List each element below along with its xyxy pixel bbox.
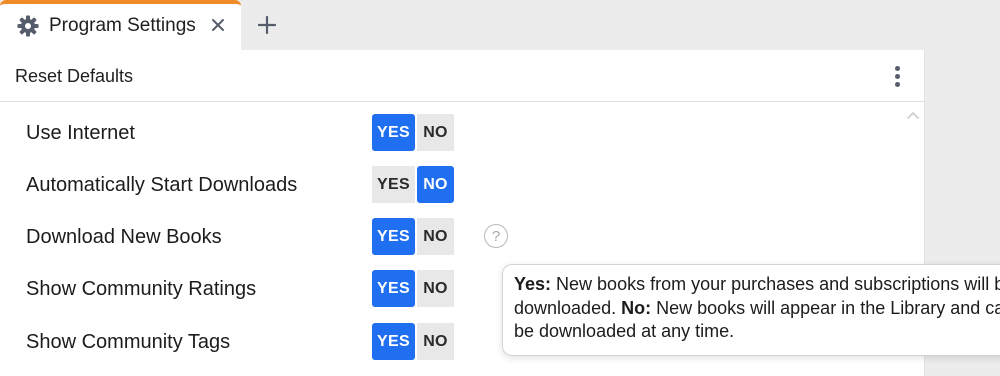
toggle-no-button[interactable]: NO bbox=[417, 166, 454, 203]
toggle-no-button[interactable]: NO bbox=[417, 218, 454, 255]
yes-no-toggle[interactable]: YES NO bbox=[372, 270, 454, 307]
toggle-no-button[interactable]: NO bbox=[417, 323, 454, 360]
toggle-yes-button[interactable]: YES bbox=[372, 270, 415, 307]
reset-defaults-button[interactable]: Reset Defaults bbox=[15, 66, 133, 87]
toggle-yes-button[interactable]: YES bbox=[372, 114, 415, 151]
setting-label: Show Community Ratings bbox=[26, 278, 257, 300]
help-tooltip: Yes: New books from your purchases and s… bbox=[502, 264, 1000, 356]
yes-no-toggle[interactable]: YES NO bbox=[372, 166, 454, 203]
toggle-yes-button[interactable]: YES bbox=[372, 166, 415, 203]
yes-no-toggle[interactable]: YES NO bbox=[372, 323, 454, 360]
gear-icon bbox=[16, 14, 40, 38]
setting-row-auto-start-downloads: Automatically Start Downloads YES NO bbox=[0, 166, 900, 206]
setting-label: Download New Books bbox=[26, 226, 222, 248]
setting-label: Use Internet bbox=[26, 122, 135, 144]
close-icon[interactable] bbox=[207, 14, 229, 36]
chevron-up-icon[interactable] bbox=[905, 108, 921, 122]
tab-title: Program Settings bbox=[49, 15, 196, 36]
settings-toolbar: Reset Defaults bbox=[0, 50, 925, 102]
setting-row-use-internet: Use Internet YES NO bbox=[0, 114, 900, 154]
tooltip-no-prefix: No: bbox=[621, 297, 652, 318]
plus-icon[interactable] bbox=[256, 14, 278, 36]
setting-label: Automatically Start Downloads bbox=[26, 174, 298, 196]
toggle-yes-button[interactable]: YES bbox=[372, 218, 415, 255]
yes-no-toggle[interactable]: YES NO bbox=[372, 218, 454, 255]
help-icon[interactable]: ? bbox=[484, 224, 508, 248]
toggle-no-button[interactable]: NO bbox=[417, 270, 454, 307]
toggle-yes-button[interactable]: YES bbox=[372, 323, 415, 360]
kebab-menu-icon[interactable] bbox=[886, 62, 908, 90]
yes-no-toggle[interactable]: YES NO bbox=[372, 114, 454, 151]
tab-program-settings[interactable]: Program Settings bbox=[0, 0, 241, 50]
toggle-no-button[interactable]: NO bbox=[417, 114, 454, 151]
setting-label: Show Community Tags bbox=[26, 331, 231, 353]
setting-row-download-new-books: Download New Books YES NO ? bbox=[0, 218, 900, 258]
tooltip-yes-prefix: Yes: bbox=[514, 274, 552, 294]
